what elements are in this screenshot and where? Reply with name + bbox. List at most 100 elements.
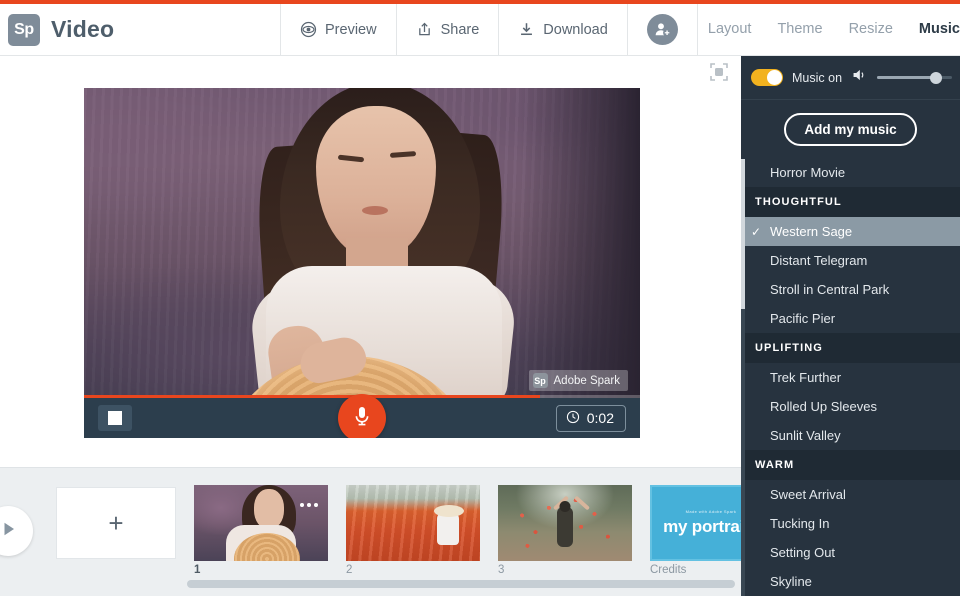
clock-icon <box>566 410 580 427</box>
app-root: Sp Video Preview Share Download <box>0 0 960 596</box>
tray-scrollbar-track[interactable] <box>0 582 741 592</box>
slide-1-label: 1 <box>194 564 328 576</box>
share-label: Share <box>441 22 480 38</box>
music-toggle[interactable] <box>751 69 783 86</box>
speaker-icon[interactable] <box>851 67 868 88</box>
add-slide-button[interactable]: + <box>56 487 176 559</box>
header-tabs: Layout Theme Resize Music <box>708 4 960 55</box>
music-track-setting-out[interactable]: Setting Out <box>741 538 960 567</box>
music-track-trek-further[interactable]: Trek Further <box>741 363 960 392</box>
spark-logo: Sp <box>8 14 40 46</box>
share-upload-icon <box>416 21 433 38</box>
photo-vignette <box>520 88 640 398</box>
plus-icon: + <box>108 508 123 539</box>
music-track-label: Tucking In <box>770 516 830 531</box>
music-track-sunlit-valley[interactable]: Sunlit Valley <box>741 421 960 450</box>
slide-3-label: 3 <box>498 564 632 576</box>
slide-2-label: 2 <box>346 564 480 576</box>
share-button[interactable]: Share <box>396 4 499 55</box>
music-track-distant-telegram[interactable]: Distant Telegram <box>741 246 960 275</box>
add-music-row: Add my music <box>741 100 960 158</box>
music-track-western-sage[interactable]: ✓ Western Sage <box>741 217 960 246</box>
watermark-logo: Sp <box>533 373 548 388</box>
music-track-stroll-in-central-park[interactable]: Stroll in Central Park <box>741 275 960 304</box>
stop-button[interactable] <box>98 405 132 431</box>
music-track-pacific-pier[interactable]: Pacific Pier <box>741 304 960 333</box>
volume-handle[interactable] <box>930 72 942 84</box>
thumb-face <box>254 489 284 529</box>
add-my-music-button[interactable]: Add my music <box>784 113 916 146</box>
preview-label: Preview <box>325 22 377 38</box>
microphone-icon <box>352 405 372 432</box>
volume-slider[interactable] <box>877 70 952 86</box>
slide-thumbnails: + 1 <box>56 485 772 576</box>
thumb-person <box>557 507 573 547</box>
record-voice-button[interactable] <box>338 394 386 438</box>
slide-1-thumbnail[interactable] <box>194 485 328 561</box>
slide-2-artwork <box>346 485 480 561</box>
download-icon <box>518 21 535 38</box>
timer-value: 0:02 <box>587 410 614 426</box>
music-group-warm: WARM <box>741 450 960 480</box>
play-icon <box>0 519 18 544</box>
music-track-label: Distant Telegram <box>770 253 867 268</box>
download-button[interactable]: Download <box>498 4 627 55</box>
add-person-icon <box>653 20 672 39</box>
music-track-label: Sunlit Valley <box>770 428 841 443</box>
music-panel: Music on Add my music Horror MovieTHOUGH… <box>741 56 960 596</box>
music-toggle-label: Music on <box>792 71 842 85</box>
header-spacer <box>698 4 708 55</box>
music-track-label: Setting Out <box>770 545 835 560</box>
check-icon: ✓ <box>751 225 761 239</box>
music-track-rolled-up-sleeves[interactable]: Rolled Up Sleeves <box>741 392 960 421</box>
slide-2-thumbnail[interactable] <box>346 485 480 561</box>
volume-fill <box>877 76 935 79</box>
more-options-icon[interactable] <box>300 503 318 507</box>
music-track-skyline[interactable]: Skyline <box>741 567 960 596</box>
app-header: Sp Video Preview Share Download <box>0 4 960 56</box>
fullscreen-icon[interactable] <box>709 62 729 82</box>
tab-resize[interactable]: Resize <box>849 21 893 38</box>
stop-icon <box>108 411 122 425</box>
adobe-spark-watermark: Sp Adobe Spark <box>529 370 629 391</box>
music-track-horror-movie[interactable]: Horror Movie <box>741 158 960 187</box>
tray-scrollbar-thumb[interactable] <box>187 580 735 588</box>
watermark-label: Adobe Spark <box>554 375 621 387</box>
slide-3[interactable]: 3 <box>498 485 632 576</box>
recording-timer: 0:02 <box>556 405 626 432</box>
music-track-label: Sweet Arrival <box>770 487 846 502</box>
brand: Sp Video <box>0 4 280 55</box>
tab-music[interactable]: Music <box>919 21 960 38</box>
credits-subtitle: Made with Adobe Spark <box>686 509 737 514</box>
eye-icon <box>300 21 317 38</box>
music-group-uplifting: UPLIFTING <box>741 333 960 363</box>
music-track-list: Horror MovieTHOUGHTFUL ✓ Western Sage Dista… <box>741 158 960 596</box>
slide-tray: + 1 <box>0 467 741 596</box>
music-track-sweet-arrival[interactable]: Sweet Arrival <box>741 480 960 509</box>
invite-collaborator-button[interactable] <box>627 4 698 55</box>
music-scrollbar-thumb[interactable] <box>741 159 745 309</box>
header-actions: Preview Share Download <box>280 4 698 55</box>
music-group-thoughtful: THOUGHTFUL <box>741 187 960 217</box>
preview-button[interactable]: Preview <box>280 4 396 55</box>
music-track-label: Rolled Up Sleeves <box>770 399 877 414</box>
video-player[interactable]: Sp Adobe Spark <box>84 88 640 438</box>
avatar[interactable] <box>647 14 678 45</box>
music-track-label: Western Sage <box>770 224 852 239</box>
tab-layout[interactable]: Layout <box>708 21 752 38</box>
thumb-head <box>560 501 571 512</box>
music-panel-header: Music on <box>741 56 960 100</box>
slide-3-thumbnail[interactable] <box>498 485 632 561</box>
music-track-label: Trek Further <box>770 370 841 385</box>
slide-1[interactable]: 1 <box>194 485 328 576</box>
thumb-field-rows <box>346 485 480 561</box>
slide-2[interactable]: 2 <box>346 485 480 576</box>
music-track-label: Stroll in Central Park <box>770 282 889 297</box>
page-title: Video <box>51 16 114 43</box>
music-track-label: Skyline <box>770 574 812 589</box>
player-controls: 0:02 <box>84 398 640 438</box>
music-track-label: Pacific Pier <box>770 311 835 326</box>
music-track-tucking-in[interactable]: Tucking In <box>741 509 960 538</box>
tab-theme[interactable]: Theme <box>777 21 822 38</box>
play-button[interactable] <box>0 506 33 556</box>
